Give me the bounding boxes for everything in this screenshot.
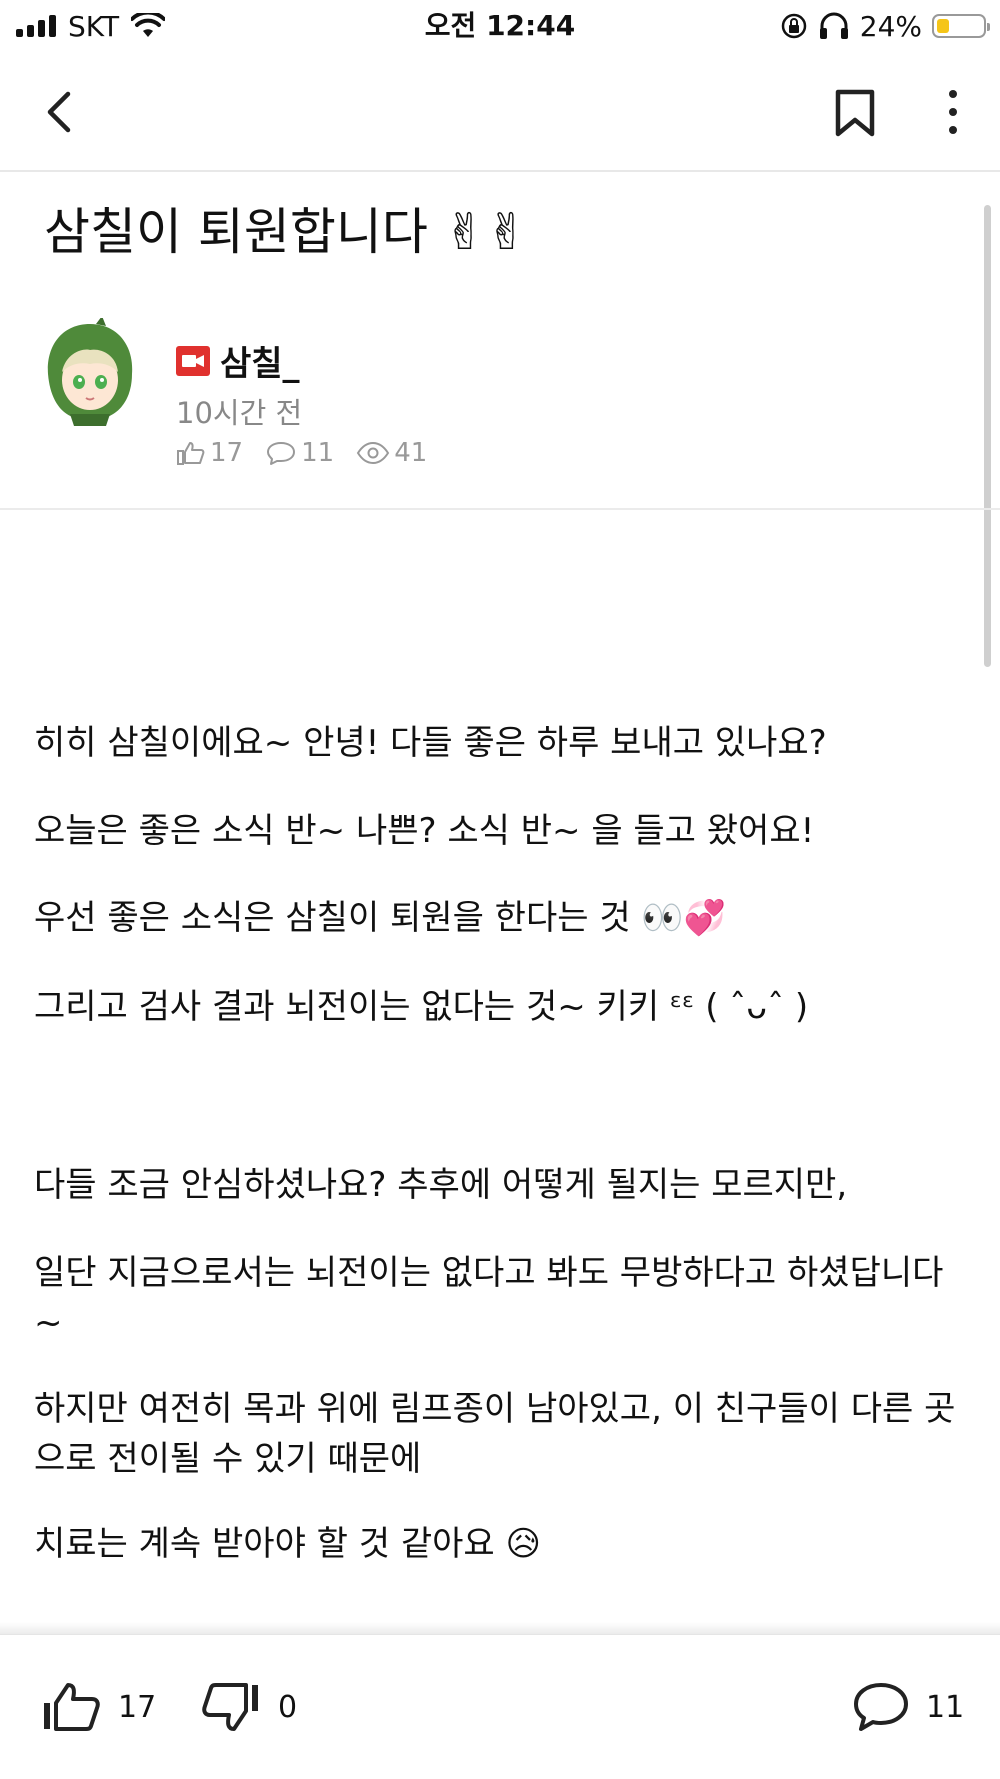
status-bar: SKT 오전 12:44 24% xyxy=(0,0,1000,52)
body-paragraph: 치료는 계속 받아야 할 것 같아요 😥 xyxy=(34,1524,541,1564)
dislike-count: 0 xyxy=(278,1689,298,1725)
more-vertical-icon[interactable] xyxy=(938,82,968,142)
like-stat: 17 xyxy=(176,438,243,468)
body-paragraph: 일단 지금으로서는 뇌전이는 없다고 봐도 무방하다고 하셨답니다~ xyxy=(34,1253,944,1343)
like-button[interactable]: 17 xyxy=(40,1681,156,1733)
scrollbar[interactable] xyxy=(984,205,991,667)
thumbs-down-icon xyxy=(202,1683,258,1731)
status-right: 24% xyxy=(780,6,990,46)
body-paragraph: 히히 삼칠이에요~ 안녕! 다들 좋은 하루 보내고 있나요? xyxy=(34,723,827,763)
body-paragraph: 우선 좋은 소식은 삼칠이 퇴원을 한다는 것 👀💞 xyxy=(34,898,727,938)
author-name[interactable]: 삼칠_ xyxy=(220,336,300,385)
thumbs-up-icon xyxy=(44,1683,100,1731)
comment-stat: 11 xyxy=(265,438,334,468)
view-count: 41 xyxy=(394,438,428,468)
like-count: 17 xyxy=(210,438,244,468)
body-paragraph: 하지만 여전히 목과 위에 림프종이 남아있고, 이 친구들이 다른 곳으로 전… xyxy=(34,1389,956,1479)
body-paragraph: 다들 조금 안심하셨나요? 추후에 어떻게 될지는 모르지만, xyxy=(34,1165,848,1205)
top-nav-bar xyxy=(0,52,1000,172)
post-title: 삼칠이 퇴원합니다 ✌✌ xyxy=(44,203,528,261)
comment-icon xyxy=(267,442,296,465)
divider xyxy=(0,508,1000,510)
comment-button[interactable]: 11 xyxy=(852,1681,964,1733)
like-count: 17 xyxy=(118,1689,157,1725)
dislike-button[interactable]: 0 xyxy=(200,1681,297,1733)
comment-count: 11 xyxy=(926,1689,965,1725)
headphones-icon xyxy=(819,12,848,39)
avatar[interactable] xyxy=(40,318,140,426)
bottom-action-bar: 17 0 11 xyxy=(0,1634,1000,1779)
thumbs-up-icon xyxy=(177,442,205,465)
live-stream-icon xyxy=(176,345,210,376)
battery-icon xyxy=(932,14,990,38)
comment-icon xyxy=(854,1683,908,1731)
eye-icon xyxy=(357,441,390,465)
view-stat: 41 xyxy=(356,438,427,468)
post-stats: 17 11 41 xyxy=(176,438,449,468)
rotation-lock-icon xyxy=(781,13,807,39)
body-paragraph: 오늘은 좋은 소식 반~ 나쁜? 소식 반~ 을 들고 왔어요! xyxy=(34,811,815,851)
bottom-bar-shadow xyxy=(0,1622,1000,1634)
body-paragraph: 그리고 검사 결과 뇌전이는 없다는 것~ 키키 ᵋᵋ ( ˆᴗˆ ) xyxy=(34,987,809,1027)
battery-percent: 24% xyxy=(859,9,922,43)
post-time: 10시간 전 xyxy=(176,396,303,430)
chevron-left-icon[interactable] xyxy=(38,82,82,142)
comment-count: 11 xyxy=(301,438,335,468)
bookmark-icon[interactable] xyxy=(830,82,880,142)
author-row: 삼칠_ xyxy=(176,336,300,385)
